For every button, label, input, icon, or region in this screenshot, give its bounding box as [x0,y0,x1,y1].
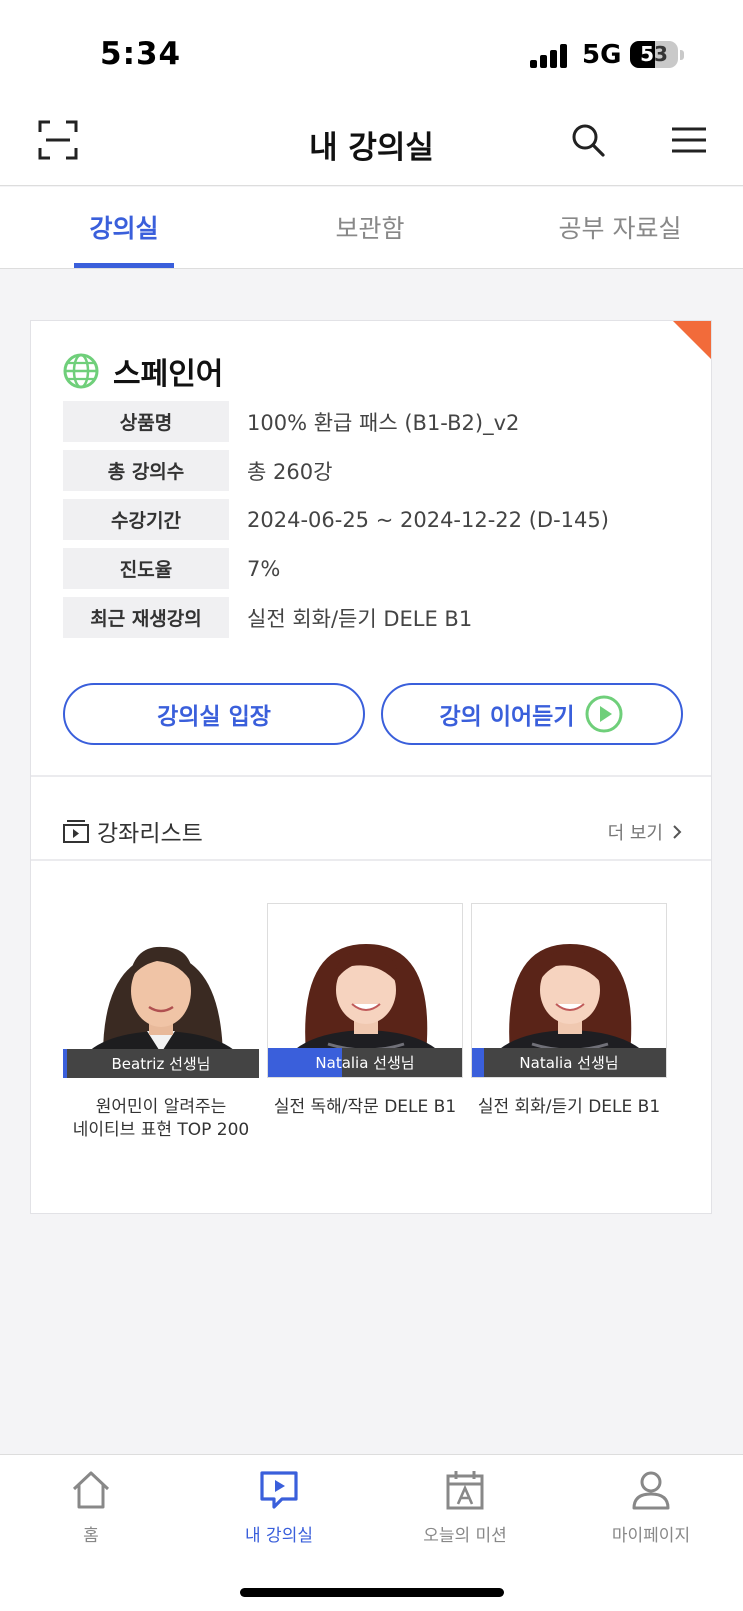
home-indicator [240,1588,504,1597]
tab-archive[interactable]: 보관함 [320,209,420,245]
nav-home[interactable]: 홈 [16,1469,166,1546]
continue-lecture-button[interactable]: 강의 이어듣기 [381,683,683,745]
section-divider [31,775,711,777]
info-value: 2024-06-25 ~ 2024-12-22 (D-145) [247,507,609,532]
course-info-table: 상품명 100% 환급 패스 (B1-B2)_v2 총 강의수 총 260강 수… [63,401,683,646]
active-tab-indicator [74,263,174,268]
course-title: 원어민이 알려주는 네이티브 표현 TOP 200 [63,1096,259,1142]
nav-my-page[interactable]: 마이페이지 [576,1469,726,1546]
teacher-name: Natalia 선생님 [315,1054,415,1072]
course-list-header: 강좌리스트 더 보기 [63,811,683,851]
more-label: 더 보기 [607,823,663,844]
info-row-progress: 진도율 7% [63,548,683,589]
info-row-recent: 최근 재생강의 실전 회화/듣기 DELE B1 [63,597,683,638]
course-title-line: 네이티브 표현 TOP 200 [72,1119,250,1140]
status-time: 5:34 [100,36,182,72]
globe-icon [63,353,99,389]
course-title-line: 실전 독해/작문 DELE B1 [273,1097,457,1117]
language-name: 스페인어 [113,357,224,392]
nav-today-mission[interactable]: 오늘의 미션 [390,1469,540,1546]
person-icon [632,1471,670,1510]
course-thumbnail[interactable]: Natalia 선생님 [267,903,463,1078]
info-label: 진도율 [63,548,229,589]
nav-label: 마이페이지 [611,1526,691,1546]
enter-classroom-label: 강의실 입장 [157,704,271,730]
course-card: 스페인어 상품명 100% 환급 패스 (B1-B2)_v2 총 강의수 총 2… [30,320,712,1214]
battery-tip [680,50,684,60]
enter-classroom-button[interactable]: 강의실 입장 [63,683,365,745]
info-value: 실전 회화/듣기 DELE B1 [247,606,473,631]
info-row-period: 수강기간 2024-06-25 ~ 2024-12-22 (D-145) [63,499,683,540]
info-row-total-lectures: 총 강의수 총 260강 [63,450,683,491]
info-value: 100% 환급 패스 (B1-B2)_v2 [247,410,520,435]
continue-lecture-label: 강의 이어듣기 [439,704,575,730]
home-icon [72,1471,110,1509]
play-icon [585,695,623,733]
language-heading: 스페인어 [63,351,224,392]
tab-study-materials[interactable]: 공부 자료실 [540,209,700,245]
course-list-title: 강좌리스트 [97,821,203,847]
battery-icon: 53 [630,41,678,68]
calendar-a-icon [446,1471,484,1510]
info-value: 총 260강 [247,459,333,484]
tab-classroom[interactable]: 강의실 [74,209,174,245]
course-item[interactable]: Beatriz 선생님 원어민이 알려주는 네이티브 표현 TOP 200 [63,903,259,1142]
nav-label: 홈 [83,1526,99,1546]
teacher-progress-bar: Beatriz 선생님 [63,1049,259,1078]
signal-icon [530,44,568,68]
info-label: 수강기간 [63,499,229,540]
status-bar: 5:34 5G 53 [0,0,743,110]
course-title-line: 원어민이 알려주는 [95,1097,227,1117]
lecture-chat-icon [260,1471,298,1509]
course-title: 실전 회화/듣기 DELE B1 [471,1096,667,1119]
nav-label: 오늘의 미션 [423,1526,507,1546]
course-progress-fill [63,1049,67,1078]
course-item[interactable]: Natalia 선생님 실전 회화/듣기 DELE B1 [471,903,667,1119]
course-title: 실전 독해/작문 DELE B1 [267,1096,463,1119]
course-title-line: 실전 회화/듣기 DELE B1 [477,1097,661,1117]
course-thumbnail[interactable]: Natalia 선생님 [471,903,667,1078]
battery-level: 53 [640,42,668,66]
more-link[interactable]: 더 보기 [608,819,683,845]
search-icon[interactable] [570,122,606,158]
network-type: 5G [582,40,622,70]
info-label: 최근 재생강의 [63,597,229,638]
section-divider [31,859,711,861]
info-label: 상품명 [63,401,229,442]
chevron-right-icon [673,825,682,839]
app-header: 내 강의실 [0,110,743,186]
teacher-progress-bar: Natalia 선생님 [472,1048,666,1077]
nav-my-classroom[interactable]: 내 강의실 [204,1469,354,1546]
info-value: 7% [247,556,281,581]
page-title: 내 강의실 [309,130,434,166]
menu-icon[interactable] [672,126,706,154]
new-corner-badge [673,321,711,359]
tab-bar: 강의실 보관함 공부 자료실 [0,187,743,269]
teacher-progress-bar: Natalia 선생님 [268,1048,462,1077]
info-label: 총 강의수 [63,450,229,491]
course-progress-fill [472,1048,484,1077]
teacher-name: Beatriz 선생님 [111,1055,211,1073]
info-row-product: 상품명 100% 환급 패스 (B1-B2)_v2 [63,401,683,442]
course-item[interactable]: Natalia 선생님 실전 독해/작문 DELE B1 [267,903,463,1119]
video-folder-icon [63,820,89,843]
teacher-name: Natalia 선생님 [519,1054,619,1072]
nav-label: 내 강의실 [245,1526,313,1546]
course-thumbnail[interactable]: Beatriz 선생님 [63,903,259,1078]
